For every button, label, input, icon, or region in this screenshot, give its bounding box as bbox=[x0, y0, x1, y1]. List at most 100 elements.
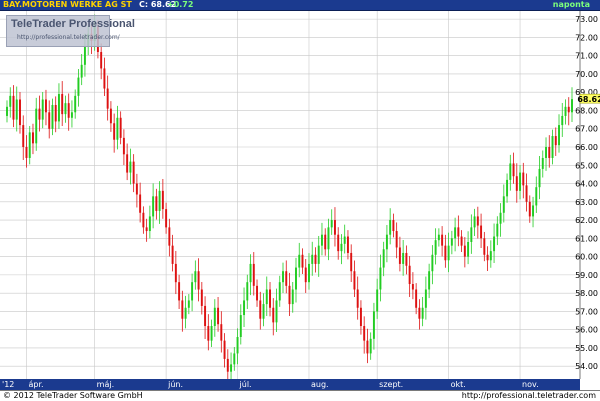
candle-body bbox=[571, 99, 573, 113]
y-tick-label: 67.00 bbox=[575, 125, 598, 134]
last-price-marker: 68.62 bbox=[577, 93, 600, 104]
candle-body bbox=[15, 99, 18, 120]
candle-body bbox=[389, 220, 392, 235]
candle-body bbox=[220, 324, 223, 341]
candle-body bbox=[337, 234, 340, 252]
candle-body bbox=[48, 112, 51, 129]
candle-body bbox=[106, 88, 109, 109]
candle-body bbox=[207, 326, 210, 341]
y-tick-label: 65.00 bbox=[575, 161, 598, 170]
candle-body bbox=[12, 95, 15, 120]
candle-body bbox=[376, 289, 379, 312]
candle-body bbox=[9, 95, 12, 107]
candle-body bbox=[395, 231, 398, 248]
candle-body bbox=[567, 106, 570, 113]
candle-body bbox=[405, 252, 408, 266]
candle-body bbox=[275, 300, 278, 323]
candle-body bbox=[392, 220, 395, 232]
candle-body bbox=[402, 252, 405, 264]
candle-body bbox=[350, 252, 353, 272]
candle-body bbox=[278, 282, 281, 301]
candle-body bbox=[489, 251, 492, 261]
candle-body bbox=[22, 125, 25, 148]
x-axis-bar bbox=[0, 379, 580, 390]
candle-body bbox=[155, 196, 158, 211]
x-tick-label: szept. bbox=[379, 380, 403, 389]
candle-body bbox=[333, 220, 336, 235]
candle-body bbox=[454, 227, 457, 239]
candle-body bbox=[366, 340, 369, 354]
candle-body bbox=[496, 223, 499, 237]
chart-window: 54.00 55.00 56.00 57.00 58.00 59.00 60.00 61.00… bbox=[0, 0, 600, 401]
candle-body bbox=[145, 227, 148, 232]
x-tick-label: máj. bbox=[97, 380, 114, 389]
y-tick-label: 70.00 bbox=[575, 70, 598, 79]
candle-body bbox=[561, 115, 564, 126]
candle-body bbox=[330, 220, 333, 228]
candle-body bbox=[132, 161, 135, 184]
footer-bar: © 2012 TeleTrader Software GmbH http://p… bbox=[0, 390, 600, 401]
candle-body bbox=[256, 285, 259, 301]
candle-body bbox=[327, 227, 330, 250]
candle-body bbox=[119, 117, 122, 138]
candle-body bbox=[382, 249, 385, 268]
candle-body bbox=[346, 236, 349, 253]
candle-body bbox=[116, 117, 119, 140]
candle-body bbox=[67, 103, 70, 118]
candle-body bbox=[184, 307, 187, 319]
candle-body bbox=[506, 179, 509, 197]
candle-body bbox=[447, 245, 450, 261]
x-tick-label: okt. bbox=[451, 380, 466, 389]
candle-body bbox=[262, 304, 265, 319]
candle-body bbox=[6, 106, 8, 116]
candle-body bbox=[450, 238, 453, 246]
candle-body bbox=[502, 196, 505, 213]
candle-body bbox=[252, 263, 255, 286]
x-tick-label: nov. bbox=[522, 380, 539, 389]
candle-body bbox=[249, 263, 252, 283]
candle-body bbox=[54, 104, 57, 122]
candle-body bbox=[103, 68, 106, 89]
candle-body bbox=[424, 289, 427, 308]
candle-body bbox=[369, 338, 372, 354]
candle-body bbox=[340, 243, 343, 252]
candle-body bbox=[418, 307, 421, 319]
logo-url: http://professional.teletrader.com/ bbox=[17, 34, 120, 41]
instrument-name: BAY.MOTOREN WERKE AG ST bbox=[3, 0, 132, 9]
candle-body bbox=[398, 247, 401, 264]
candle-body bbox=[28, 132, 31, 158]
candle-body bbox=[359, 307, 362, 327]
logo-text: TeleTrader Professional bbox=[11, 18, 135, 30]
candle-body bbox=[408, 265, 411, 285]
x-tick-label: ápr. bbox=[28, 380, 43, 389]
candle-body bbox=[314, 254, 317, 264]
candle-body bbox=[421, 307, 424, 319]
candle-body bbox=[324, 234, 327, 250]
candle-body bbox=[74, 95, 77, 113]
candle-body bbox=[272, 307, 275, 323]
x-tick-label: júl. bbox=[239, 380, 252, 389]
candle-body bbox=[363, 326, 366, 341]
candle-body bbox=[437, 234, 440, 241]
y-tick-label: 68.00 bbox=[575, 106, 598, 115]
candle-body bbox=[223, 340, 226, 359]
candle-body bbox=[291, 289, 294, 305]
period-label[interactable]: naponta bbox=[553, 0, 590, 10]
candle-body bbox=[564, 106, 567, 116]
candle-body bbox=[129, 161, 132, 173]
candle-body bbox=[142, 212, 145, 228]
x-tick-label: '12 bbox=[2, 380, 14, 389]
y-tick-label: 73.00 bbox=[575, 15, 598, 24]
candle-body bbox=[428, 271, 431, 290]
y-tick-label: 60.00 bbox=[575, 253, 598, 262]
price-chart[interactable]: 54.00 55.00 56.00 57.00 58.00 59.00 60.00 61.00… bbox=[0, 0, 600, 400]
y-tick-label: 72.00 bbox=[575, 33, 598, 42]
price-change: +0.72 bbox=[167, 0, 194, 9]
candle-body bbox=[457, 227, 460, 237]
candle-body bbox=[165, 209, 168, 228]
candle-body bbox=[298, 254, 301, 268]
candle-body bbox=[343, 236, 346, 244]
candle-body bbox=[213, 307, 216, 327]
candle-body bbox=[512, 163, 515, 177]
candle-body bbox=[538, 168, 541, 188]
